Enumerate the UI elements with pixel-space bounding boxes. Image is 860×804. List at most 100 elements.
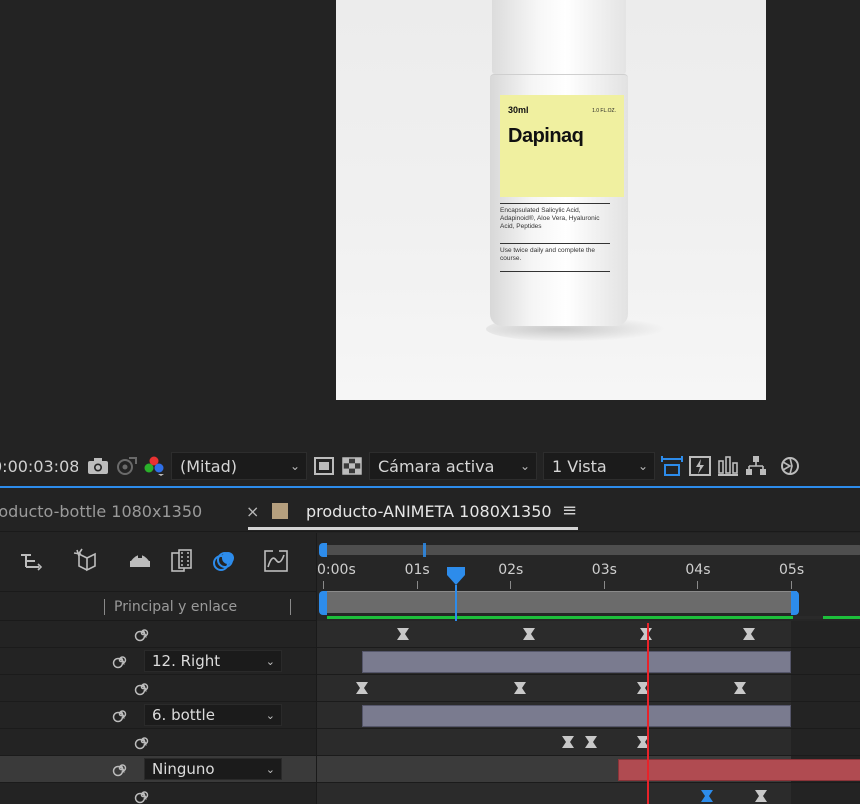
bottle-body: 30ml 1.0 FL.OZ. Dapinaq Encapsulated Sal… — [490, 74, 628, 326]
work-area-start-handle[interactable] — [319, 591, 327, 615]
frame-blending-icon[interactable] — [168, 547, 196, 575]
camera-dropdown[interactable]: Cámara activa ⌄ — [369, 452, 537, 480]
draft-3d-icon[interactable] — [72, 547, 100, 575]
parent-column-label: Principal y enlace — [114, 599, 238, 615]
keyframe-icon[interactable] — [356, 682, 369, 694]
keyframe-icon[interactable] — [733, 682, 746, 694]
pick-whip-icon[interactable] — [134, 624, 152, 642]
timeline-track[interactable] — [317, 621, 860, 648]
tab-producto-bottle[interactable]: producto-bottle 1080x1350 — [0, 502, 202, 521]
chevron-down-icon: ⌄ — [265, 708, 275, 722]
pick-whip-icon[interactable] — [112, 651, 130, 669]
views-dropdown[interactable]: 1 Vista ⌄ — [543, 452, 655, 480]
ruler-label: 04s — [685, 562, 711, 578]
property-row[interactable] — [0, 729, 316, 756]
keyframe-icon[interactable] — [584, 736, 597, 748]
current-time-indicator[interactable] — [647, 623, 649, 804]
product-usage: Use twice daily and complete the course. — [500, 247, 596, 262]
keyframe-icon[interactable] — [513, 682, 526, 694]
column-separator — [290, 599, 291, 615]
after-effects-window: 30ml 1.0 FL.OZ. Dapinaq Encapsulated Sal… — [0, 0, 860, 804]
panel-focus-indicator — [0, 486, 860, 490]
time-ruler[interactable]: 0:00s 01s 02s 03s 04s 05s — [317, 559, 860, 591]
ruler-tick — [510, 581, 512, 589]
playhead-line — [455, 585, 457, 621]
out-of-range-area — [791, 783, 860, 804]
parent-value: 6. bottle — [152, 706, 215, 724]
layer-duration-bar[interactable] — [362, 705, 791, 727]
column-separator — [104, 599, 105, 615]
pick-whip-icon[interactable] — [112, 759, 130, 777]
property-row[interactable] — [0, 675, 316, 702]
keyframe-icon[interactable] — [742, 628, 755, 640]
color-channels-icon[interactable] — [140, 452, 168, 480]
pick-whip-icon[interactable] — [134, 732, 152, 750]
timeline-icon[interactable] — [714, 452, 742, 480]
keyframe-icon[interactable] — [522, 628, 535, 640]
timeline-track[interactable] — [317, 756, 860, 783]
ruler-label: 0:00s — [317, 562, 356, 578]
composition-viewer[interactable]: 30ml 1.0 FL.OZ. Dapinaq Encapsulated Sal… — [0, 0, 860, 448]
ruler-label: 05s — [779, 562, 805, 578]
timeline-tabs: producto-bottle 1080x1350 × producto-ANI… — [0, 492, 860, 532]
layer-column-header: Principal y enlace — [0, 591, 316, 621]
time-navigator-indicator — [423, 543, 426, 557]
timeline-track[interactable] — [317, 675, 860, 702]
timeline-track[interactable] — [317, 729, 860, 756]
fast-previews-icon[interactable] — [686, 452, 714, 480]
work-area-bar[interactable] — [323, 591, 797, 613]
graph-editor-icon[interactable] — [262, 547, 290, 575]
layer-row[interactable]: 12. Right ⌄ — [0, 648, 316, 675]
timeline-panel[interactable]: 0:00s 01s 02s 03s 04s 05s — [316, 533, 860, 804]
work-area-end-handle[interactable] — [791, 591, 799, 615]
keyframe-icon[interactable] — [700, 790, 713, 802]
pick-whip-icon[interactable] — [112, 705, 130, 723]
keyframe-icon[interactable] — [397, 628, 410, 640]
exposure-icon[interactable] — [776, 452, 804, 480]
layer-row[interactable]: 6. bottle ⌄ — [0, 702, 316, 729]
shy-layers-icon[interactable] — [126, 547, 154, 575]
tab-producto-animeta[interactable]: producto-ANIMETA 1080X1350 — [306, 502, 552, 521]
resolution-dropdown[interactable]: (Mitad) ⌄ — [171, 452, 307, 480]
layer-duration-bar[interactable] — [617, 759, 860, 781]
panel-menu-icon[interactable]: ≡ — [562, 500, 577, 521]
flowchart-icon[interactable] — [742, 452, 770, 480]
transparency-grid-icon[interactable] — [338, 452, 366, 480]
pick-whip-icon[interactable] — [134, 786, 152, 804]
region-of-interest-icon[interactable] — [310, 452, 338, 480]
motion-blur-icon[interactable] — [210, 547, 238, 575]
out-of-range-area — [791, 675, 860, 701]
parent-value: Ninguno — [152, 760, 215, 778]
timeline-track[interactable] — [317, 702, 860, 729]
timeline-track[interactable] — [317, 783, 860, 804]
parent-dropdown[interactable]: Ninguno ⌄ — [144, 758, 282, 780]
parent-dropdown[interactable]: 6. bottle ⌄ — [144, 704, 282, 726]
time-navigator[interactable] — [323, 545, 860, 555]
timeline-track[interactable] — [317, 648, 860, 675]
render-cache-bar — [327, 616, 860, 619]
keyframe-icon[interactable] — [562, 736, 575, 748]
product-label: 30ml 1.0 FL.OZ. Dapinaq — [500, 95, 624, 197]
current-timecode[interactable]: 0:00:03:08 — [0, 457, 78, 476]
layer-duration-bar[interactable] — [362, 651, 791, 673]
camera-icon[interactable] — [84, 452, 112, 480]
playhead-handle[interactable] — [446, 566, 466, 586]
property-row[interactable] — [0, 621, 316, 648]
ruler-tick — [416, 581, 418, 589]
parent-dropdown[interactable]: 12. Right ⌄ — [144, 650, 282, 672]
toggle-pixel-aspect-icon[interactable] — [658, 452, 686, 480]
composition-canvas[interactable]: 30ml 1.0 FL.OZ. Dapinaq Encapsulated Sal… — [336, 0, 766, 400]
keyframe-icon[interactable] — [755, 790, 768, 802]
camera-value: Cámara activa — [378, 456, 495, 476]
close-tab-button[interactable]: × — [246, 502, 259, 521]
chevron-down-icon: ⌄ — [289, 459, 300, 473]
ruler-label: 03s — [591, 562, 617, 578]
composition-flowchart-icon[interactable] — [18, 547, 46, 575]
layer-row[interactable]: Ninguno ⌄ — [0, 756, 316, 783]
chevron-down-icon: ⌄ — [265, 654, 275, 668]
show-snapshot-icon[interactable] — [112, 452, 140, 480]
time-navigator-start-handle[interactable] — [319, 543, 327, 557]
property-row[interactable] — [0, 783, 316, 804]
keyframe-icon[interactable] — [639, 628, 652, 640]
pick-whip-icon[interactable] — [134, 678, 152, 696]
